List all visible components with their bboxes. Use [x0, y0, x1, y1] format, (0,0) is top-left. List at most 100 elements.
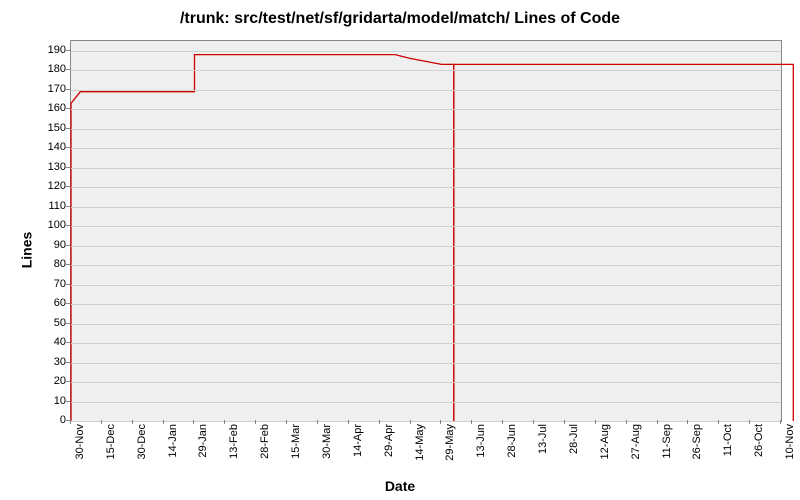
- y-tick-mark: [66, 342, 70, 343]
- x-tick-mark: [440, 420, 441, 424]
- x-tick-mark: [348, 420, 349, 424]
- y-tick-label: 150: [36, 122, 66, 134]
- gridline: [71, 148, 781, 149]
- y-tick-label: 40: [36, 336, 66, 348]
- y-tick-mark: [66, 147, 70, 148]
- x-tick-mark: [410, 420, 411, 424]
- gridline: [71, 168, 781, 169]
- gridline: [71, 51, 781, 52]
- y-tick-label: 50: [36, 317, 66, 329]
- y-tick-mark: [66, 69, 70, 70]
- y-tick-label: 30: [36, 356, 66, 368]
- gridline: [71, 265, 781, 266]
- x-tick-mark: [718, 420, 719, 424]
- x-tick-mark: [657, 420, 658, 424]
- x-tick-label: 29-Apr: [383, 424, 395, 457]
- gridline: [71, 226, 781, 227]
- gridline: [71, 129, 781, 130]
- y-tick-label: 10: [36, 395, 66, 407]
- y-tick-mark: [66, 108, 70, 109]
- y-tick-label: 180: [36, 63, 66, 75]
- gridline: [71, 363, 781, 364]
- x-tick-label: 30-Nov: [74, 424, 86, 459]
- y-tick-label: 80: [36, 258, 66, 270]
- x-tick-label: 26-Sep: [691, 424, 703, 459]
- y-tick-mark: [66, 128, 70, 129]
- x-tick-mark: [533, 420, 534, 424]
- gridline: [71, 304, 781, 305]
- gridline: [71, 187, 781, 188]
- y-tick-label: 60: [36, 297, 66, 309]
- x-tick-label: 26-Oct: [753, 424, 765, 457]
- series-line: [454, 64, 794, 421]
- y-tick-mark: [66, 401, 70, 402]
- gridline: [71, 70, 781, 71]
- y-axis-label: Lines: [18, 232, 34, 269]
- chart-title: /trunk: src/test/net/sf/gridarta/model/m…: [0, 10, 800, 28]
- gridline: [71, 285, 781, 286]
- gridline: [71, 402, 781, 403]
- x-tick-label: 28-Jun: [506, 424, 518, 458]
- x-tick-mark: [224, 420, 225, 424]
- y-tick-label: 20: [36, 375, 66, 387]
- y-tick-mark: [66, 381, 70, 382]
- gridline: [71, 246, 781, 247]
- gridline: [71, 90, 781, 91]
- y-tick-label: 190: [36, 44, 66, 56]
- plot-area: [70, 40, 782, 422]
- x-tick-label: 29-Jan: [197, 424, 209, 458]
- y-tick-label: 170: [36, 83, 66, 95]
- x-tick-label: 10-Nov: [784, 424, 796, 459]
- y-tick-label: 130: [36, 161, 66, 173]
- loc-chart: /trunk: src/test/net/sf/gridarta/model/m…: [0, 0, 800, 500]
- y-tick-mark: [66, 225, 70, 226]
- x-tick-mark: [471, 420, 472, 424]
- x-tick-label: 14-Apr: [352, 424, 364, 457]
- x-tick-mark: [687, 420, 688, 424]
- x-tick-label: 28-Jul: [568, 424, 580, 454]
- x-tick-mark: [780, 420, 781, 424]
- x-tick-mark: [255, 420, 256, 424]
- x-tick-mark: [286, 420, 287, 424]
- y-tick-label: 160: [36, 102, 66, 114]
- y-tick-label: 0: [36, 414, 66, 426]
- y-tick-label: 140: [36, 141, 66, 153]
- y-tick-mark: [66, 362, 70, 363]
- x-tick-label: 11-Sep: [661, 424, 673, 459]
- x-tick-label: 13-Jun: [475, 424, 487, 458]
- x-tick-mark: [595, 420, 596, 424]
- gridline: [71, 421, 781, 422]
- x-tick-mark: [626, 420, 627, 424]
- x-tick-label: 15-Dec: [105, 424, 117, 459]
- x-tick-label: 14-Jan: [167, 424, 179, 458]
- x-tick-mark: [193, 420, 194, 424]
- x-axis-label: Date: [0, 478, 800, 494]
- y-tick-mark: [66, 89, 70, 90]
- x-tick-mark: [132, 420, 133, 424]
- y-tick-mark: [66, 167, 70, 168]
- y-tick-label: 100: [36, 219, 66, 231]
- y-tick-mark: [66, 264, 70, 265]
- x-tick-label: 13-Feb: [228, 424, 240, 459]
- y-tick-mark: [66, 50, 70, 51]
- x-tick-mark: [101, 420, 102, 424]
- y-tick-label: 110: [36, 200, 66, 212]
- y-tick-label: 120: [36, 180, 66, 192]
- y-tick-label: 90: [36, 239, 66, 251]
- x-tick-label: 12-Aug: [599, 424, 611, 459]
- x-tick-label: 27-Aug: [630, 424, 642, 459]
- y-tick-mark: [66, 303, 70, 304]
- y-tick-mark: [66, 245, 70, 246]
- x-tick-label: 15-Mar: [290, 424, 302, 459]
- x-tick-label: 11-Oct: [722, 424, 734, 456]
- x-tick-label: 30-Mar: [321, 424, 333, 459]
- y-tick-mark: [66, 206, 70, 207]
- x-tick-mark: [379, 420, 380, 424]
- x-tick-mark: [163, 420, 164, 424]
- gridline: [71, 324, 781, 325]
- x-tick-label: 30-Dec: [136, 424, 148, 459]
- gridline: [71, 109, 781, 110]
- x-tick-label: 28-Feb: [259, 424, 271, 459]
- gridline: [71, 382, 781, 383]
- x-tick-label: 13-Jul: [537, 424, 549, 454]
